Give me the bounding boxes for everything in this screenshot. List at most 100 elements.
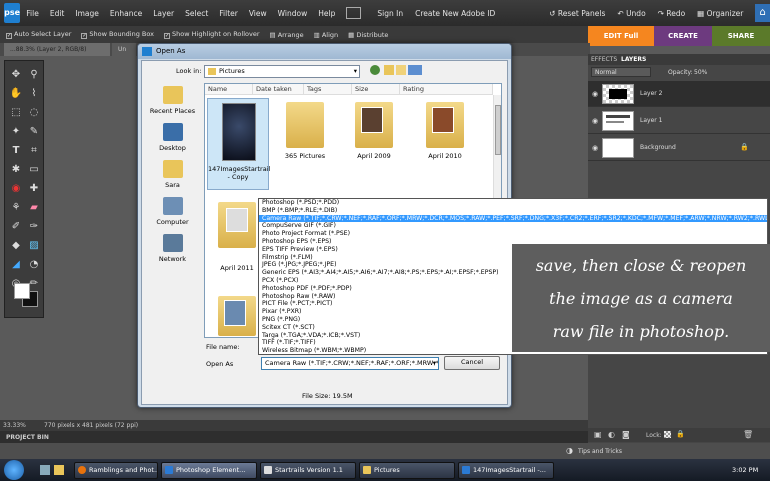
menu-enhance[interactable]: Enhance xyxy=(110,9,142,18)
lock-all-icon[interactable]: 🔒 xyxy=(676,430,685,438)
scroll-thumb[interactable] xyxy=(495,105,501,155)
workspace-layout-icon[interactable] xyxy=(346,7,362,19)
menu-window[interactable]: Window xyxy=(278,9,308,18)
layer-row[interactable]: ◉ Background 🔒 xyxy=(588,135,770,161)
explorer-quicklaunch-icon[interactable] xyxy=(54,465,64,475)
task-pictures[interactable]: Pictures xyxy=(359,461,455,479)
menu-help[interactable]: Help xyxy=(318,9,335,18)
visibility-eye-icon[interactable]: ◉ xyxy=(592,117,602,125)
column-rating[interactable]: Rating xyxy=(400,84,493,95)
task-firefox[interactable]: Ramblings and Phot... xyxy=(74,461,158,479)
menu-layer[interactable]: Layer xyxy=(153,9,174,18)
place-recent[interactable]: Recent Places xyxy=(145,86,200,115)
file-type-option[interactable]: CompuServe GIF (*.GIF) xyxy=(259,222,767,230)
layer-row[interactable]: ◉ Layer 1 xyxy=(588,108,770,134)
place-user[interactable]: Sara xyxy=(145,160,200,189)
file-type-option[interactable]: Photo Project Format (*.PSE) xyxy=(259,230,767,238)
zoom-tool-icon[interactable]: ⚲ xyxy=(26,67,42,83)
smart-brush-tool-icon[interactable]: ✑ xyxy=(26,219,42,235)
dialog-title-bar[interactable]: Open As xyxy=(138,44,511,59)
crop-tool-icon[interactable]: ⌗ xyxy=(26,143,42,159)
type-tool-icon[interactable]: T xyxy=(8,143,24,159)
eraser-tool-icon[interactable]: ▰ xyxy=(26,200,42,216)
doc-tab-active[interactable]: ...88.3% (Layer 2, RGB/8) xyxy=(4,43,110,56)
task-startrails[interactable]: Startrails Version 1.1 xyxy=(260,461,356,479)
up-folder-icon[interactable] xyxy=(384,65,394,75)
paint-bucket-tool-icon[interactable]: ◆ xyxy=(8,238,24,254)
shape-tool-icon[interactable]: ◢ xyxy=(8,257,24,273)
tab-edit-full[interactable]: EDIT Full xyxy=(588,26,654,46)
tab-create[interactable]: CREATE xyxy=(654,26,712,46)
tips-and-tricks-link[interactable]: Tips and Tricks xyxy=(578,448,622,455)
menu-view[interactable]: View xyxy=(249,9,267,18)
magic-wand-tool-icon[interactable]: ✦ xyxy=(8,124,24,140)
visibility-eye-icon[interactable]: ◉ xyxy=(592,90,602,98)
auto-select-checkbox[interactable]: ✓ Auto Select Layer xyxy=(6,30,71,39)
foreground-color-swatch[interactable] xyxy=(14,283,30,299)
lasso-tool-icon[interactable]: ◌ xyxy=(26,105,42,121)
place-desktop[interactable]: Desktop xyxy=(145,123,200,152)
marquee-tool-icon[interactable]: ⬚ xyxy=(8,105,24,121)
column-size[interactable]: Size xyxy=(352,84,400,95)
hand-tool-icon[interactable]: ✋ xyxy=(8,86,24,102)
gradient-tool-icon[interactable]: ▨ xyxy=(26,238,42,254)
new-folder-icon[interactable] xyxy=(396,65,406,75)
start-button[interactable] xyxy=(4,460,24,480)
tab-layers[interactable]: LAYERS xyxy=(621,56,646,63)
open-as-select[interactable]: Camera Raw (*.TIF;*.CRW;*.NEF;*.RAF;*.OR… xyxy=(261,357,439,370)
blur-tool-icon[interactable]: ◔ xyxy=(26,257,42,273)
place-network[interactable]: Network xyxy=(145,234,200,263)
tab-share[interactable]: SHARE xyxy=(712,26,770,46)
doc-tab-untitled[interactable]: Un xyxy=(112,43,136,56)
file-type-option[interactable]: Camera Raw (*.TIF;*.CRW;*.NEF;*.RAF;*.OR… xyxy=(259,214,767,223)
column-name[interactable]: Name xyxy=(205,84,253,95)
folder-item[interactable]: April 2010 xyxy=(415,102,475,178)
straighten-tool-icon[interactable]: ▭ xyxy=(26,162,42,178)
new-layer-icon[interactable]: ▣ xyxy=(594,430,602,439)
menu-edit[interactable]: Edit xyxy=(50,9,65,18)
task-photoshop[interactable]: Photoshop Element... xyxy=(161,461,257,479)
undo-button[interactable]: ↶ Undo xyxy=(617,9,645,18)
align-button[interactable]: ▥ Align xyxy=(314,31,339,39)
column-date-taken[interactable]: Date taken xyxy=(253,84,304,95)
lock-transparency-icon[interactable] xyxy=(664,431,671,438)
menu-file[interactable]: File xyxy=(26,9,39,18)
highlight-checkbox[interactable]: ✓ Show Highlight on Rollover xyxy=(164,30,260,39)
place-computer[interactable]: Computer xyxy=(145,197,200,226)
healing-tool-icon[interactable]: ✚ xyxy=(26,181,42,197)
organizer-button[interactable]: ▦ Organizer xyxy=(697,9,743,18)
menu-select[interactable]: Select xyxy=(185,9,208,18)
folder-item[interactable]: April 2009 xyxy=(344,102,404,178)
file-type-option[interactable]: BMP (*.BMP;*.RLE;*.DIB) xyxy=(259,207,767,215)
tab-effects[interactable]: EFFECTS xyxy=(591,56,617,63)
adjustment-layer-icon[interactable]: ◐ xyxy=(608,430,615,439)
menu-filter[interactable]: Filter xyxy=(219,9,238,18)
bounding-box-checkbox[interactable]: ✓ Show Bounding Box xyxy=(81,30,154,39)
eyedropper-tool-icon[interactable]: ⌇ xyxy=(26,86,42,102)
delete-layer-icon[interactable]: 🗑 xyxy=(743,430,753,439)
cancel-button[interactable]: Cancel xyxy=(444,356,500,370)
distribute-button[interactable]: ▦ Distribute xyxy=(348,31,388,39)
mask-icon[interactable]: ◙ xyxy=(622,430,630,439)
task-image-window[interactable]: 147ImagesStartrail -... xyxy=(458,461,554,479)
red-eye-tool-icon[interactable]: ◉ xyxy=(8,181,24,197)
color-swatches[interactable] xyxy=(12,281,40,309)
create-id-link[interactable]: Create New Adobe ID xyxy=(415,9,495,18)
redo-button[interactable]: ↷ Redo xyxy=(658,9,686,18)
project-bin-header[interactable]: PROJECT BIN xyxy=(0,431,588,443)
column-tags[interactable]: Tags xyxy=(304,84,352,95)
arrange-button[interactable]: ▤ Arrange xyxy=(270,31,304,39)
folder-item[interactable]: 365 Pictures xyxy=(275,102,335,178)
reset-panels-button[interactable]: ↺ Reset Panels xyxy=(549,9,605,18)
view-menu-icon[interactable] xyxy=(408,65,422,75)
move-tool-icon[interactable]: ✥ xyxy=(8,67,24,83)
home-icon[interactable]: ⌂ xyxy=(755,4,770,22)
brush-tool-icon[interactable]: ✐ xyxy=(8,219,24,235)
menu-image[interactable]: Image xyxy=(75,9,99,18)
opacity-field[interactable]: 50% xyxy=(694,69,707,76)
sign-in-link[interactable]: Sign In xyxy=(377,9,403,18)
quick-select-tool-icon[interactable]: ✎ xyxy=(26,124,42,140)
blend-mode-select[interactable]: Normal xyxy=(591,67,651,77)
file-type-option[interactable]: Photoshop (*.PSD;*.PDD) xyxy=(259,199,767,207)
back-icon[interactable] xyxy=(370,65,380,75)
